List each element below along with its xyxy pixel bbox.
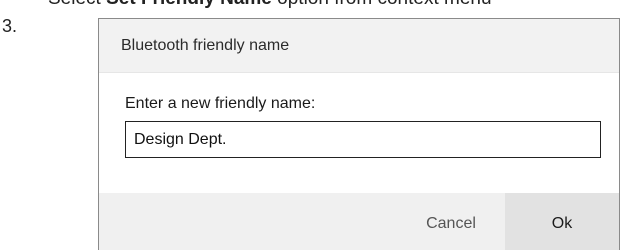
ok-button[interactable]: Ok — [505, 193, 619, 250]
instruction-bold: Set Friendly Name — [106, 0, 272, 9]
dialog-titlebar: Bluetooth friendly name — [99, 19, 619, 73]
step-number: 3. — [2, 16, 18, 36]
friendly-name-label: Enter a new friendly name: — [125, 95, 316, 112]
dialog-body: Enter a new friendly name: — [99, 73, 619, 158]
instruction-text: Select Set Friendly Name option from con… — [48, 0, 492, 10]
instruction-prefix: Select — [48, 0, 106, 9]
dialog-title: Bluetooth friendly name — [121, 36, 290, 54]
page: Select Set Friendly Name option from con… — [0, 0, 635, 250]
dialog-footer: Cancel Ok — [99, 193, 619, 250]
friendly-name-input[interactable] — [125, 121, 601, 158]
instruction-suffix: option from context menu — [272, 0, 491, 9]
friendly-name-dialog: Bluetooth friendly name Enter a new frie… — [98, 18, 620, 250]
cancel-button[interactable]: Cancel — [397, 193, 505, 250]
